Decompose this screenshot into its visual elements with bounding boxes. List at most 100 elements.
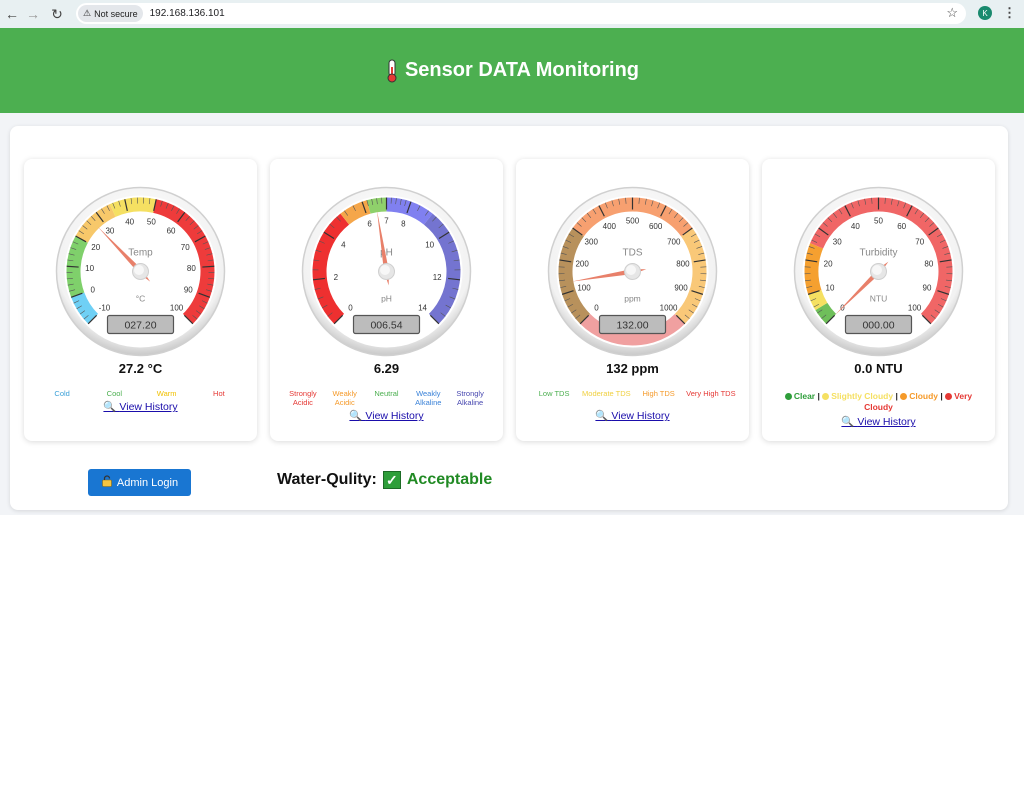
legend-item: Strongly Alkaline	[456, 389, 484, 407]
legend-cloudy: Cloudy	[900, 391, 938, 401]
temperature-legend: Cold Cool Warm Hot	[36, 389, 245, 398]
gauge-tick-label: 700	[667, 238, 681, 247]
legend-item: Neutral	[374, 389, 399, 398]
gauge-tick-label: 100	[908, 304, 922, 313]
gauge-tick-label: 6	[367, 219, 372, 228]
ph-legend: Strongly Acidic Weakly Acidic Neutral Weakl…	[282, 389, 491, 407]
gauge-tick-label: 0	[594, 304, 599, 313]
gauge-tick-label: 2	[334, 273, 339, 282]
slightly-cloudy-dot-icon	[822, 393, 830, 401]
legend-item: Cool	[106, 389, 123, 398]
gauge-tick-label: 70	[915, 238, 924, 247]
temperature-card: -10 0 10 20 30 40 50 60 70 80 90 100 Temp °C 027.20 27…	[24, 159, 257, 441]
gauge-tick-label: 0	[348, 304, 353, 313]
reload-icon[interactable]: ↻	[45, 2, 69, 26]
legend-item: Warm	[156, 389, 177, 398]
magnifier-icon: 🔍	[595, 410, 609, 422]
cloudy-dot-icon	[900, 393, 908, 401]
gauge-tick-label: 7	[384, 217, 389, 226]
menu-kebab-icon[interactable]: ⋮	[1003, 5, 1016, 21]
legend-item: Moderate TDS	[582, 389, 631, 398]
gauge-tick-label: 100	[577, 283, 591, 292]
gauge-tick-label: 500	[626, 217, 640, 226]
tds-history-link[interactable]: 🔍 View History	[595, 410, 669, 422]
security-chip[interactable]: ⚠ Not secure	[78, 5, 143, 22]
legend-slightly-cloudy: Slightly Cloudy	[822, 391, 893, 401]
tds-reading: 132 ppm	[606, 361, 659, 376]
gauge-tick-label: 30	[833, 238, 842, 247]
ph-gauge: 0246 7 8101214pHpH006.54	[301, 186, 472, 357]
gauge-tick-label: 400	[603, 222, 617, 231]
gauge-tick-label: 90	[923, 283, 932, 292]
turbidity-reading: 0.0 NTU	[854, 361, 903, 376]
legend-item: Cold	[54, 389, 70, 398]
page-title: Sensor DATA Monitoring	[404, 59, 640, 81]
gauge-tick-label: 0	[90, 285, 95, 294]
check-icon: ✓	[382, 471, 401, 489]
gauge-hub-highlight	[626, 265, 636, 275]
gauge-tick-label: 40	[851, 222, 860, 231]
gauge-unit: NTU	[870, 294, 887, 304]
gauge-tick-label: 60	[167, 227, 176, 236]
turbidity-legend: Clear | Slightly Cloudy | Cloudy | Very …	[772, 391, 985, 413]
gauge-tick-label: 1000	[660, 304, 678, 313]
legend-item: High TDS	[642, 389, 675, 398]
browser-toolbar: ← → ↻ ⚠ Not secure 192.168.136.101 ☆ K ⋮	[0, 0, 1024, 28]
water-quality-label: Water-Qulity:	[277, 471, 377, 488]
gauge-tick-label: 12	[433, 273, 442, 282]
legend-item: Weakly Alkaline	[415, 389, 442, 407]
gauge-unit: pH	[381, 294, 392, 304]
legend-item: Strongly Acidic	[289, 389, 317, 407]
gauge-tick-label: 20	[91, 243, 100, 252]
gauge-tick-label: 30	[105, 227, 114, 236]
gauge-value-text: 006.54	[370, 320, 402, 332]
legend-item: Low TDS	[538, 389, 570, 398]
temperature-gauge: -10 0 10 20 30 40 50 60 70 80 90 100 Temp °C 027.20	[55, 186, 226, 357]
legend-item: Very High TDS	[686, 389, 736, 398]
gauge-tick-label: 900	[674, 283, 688, 292]
gauge-title: Temp	[128, 248, 153, 259]
gauge-value-text: 027.20	[124, 320, 156, 332]
profile-avatar[interactable]: K	[978, 6, 992, 20]
security-label: Not secure	[94, 8, 138, 19]
turbidity-history-link[interactable]: 🔍 View History	[841, 416, 915, 428]
gauge-unit: °C	[136, 294, 146, 304]
gauge-unit: ppm	[624, 294, 641, 304]
thermometer-icon	[385, 59, 399, 83]
legend-item: Hot	[213, 389, 225, 398]
turbidity-gauge: 0102030405060708090100TurbidityNTU000.00	[793, 186, 964, 357]
ph-history-link[interactable]: 🔍 View History	[349, 410, 423, 422]
gauge-title: Turbidity	[860, 248, 898, 259]
clear-dot-icon	[784, 393, 792, 401]
gauge-tick-label: 4	[341, 240, 346, 249]
ph-card: 0 2 4 6 7 8 10 12 14 pH pH 006.54 6.29 Strongly Aci…	[270, 159, 503, 441]
gauge-tick-label: 60	[897, 222, 906, 231]
tds-card: 0 100 200 300 400 500 600 700 800 900 1000 TDS ppm 13…	[516, 159, 749, 441]
gauge-tick-label: 800	[676, 260, 690, 269]
gauge-tick-label: 200	[575, 260, 589, 269]
gauge-tick-label: 10	[85, 264, 94, 273]
admin-login-button[interactable]: Admin Login	[88, 469, 191, 496]
ph-reading: 6.29	[373, 361, 400, 376]
gauge-tick-label: 10	[826, 283, 835, 292]
url-text[interactable]: 192.168.136.101	[150, 8, 225, 19]
tds-legend: Low TDS Moderate TDS High TDS Very High TDS	[528, 389, 737, 398]
page-header: Sensor DATA Monitoring	[0, 28, 1024, 113]
magnifier-icon: 🔍	[103, 401, 117, 413]
address-bar[interactable]: ⚠ Not secure 192.168.136.101 ☆	[76, 3, 966, 24]
gauge-tick-label: 90	[184, 285, 193, 294]
gauge-hub-highlight	[380, 265, 390, 275]
gauge-tick-label: 70	[181, 243, 190, 252]
bookmark-star-icon[interactable]: ☆	[946, 5, 958, 21]
water-quality-status: Acceptable	[406, 471, 493, 488]
gauge-hub-highlight	[872, 265, 882, 275]
gauge-tick-label: 50	[147, 218, 156, 227]
temperature-reading: 27.2 °C	[118, 361, 163, 376]
turbidity-card: 0102030405060708090100TurbidityNTU000.00…	[762, 159, 995, 441]
temperature-history-link[interactable]: 🔍 View History	[103, 401, 177, 413]
lock-icon	[101, 475, 113, 490]
gauge-tick-label: 600	[649, 222, 663, 231]
forward-icon[interactable]: →	[21, 2, 45, 26]
gauge-tick-label: 14	[418, 304, 427, 313]
page-title-wrap: Sensor DATA Monitoring	[385, 59, 639, 83]
